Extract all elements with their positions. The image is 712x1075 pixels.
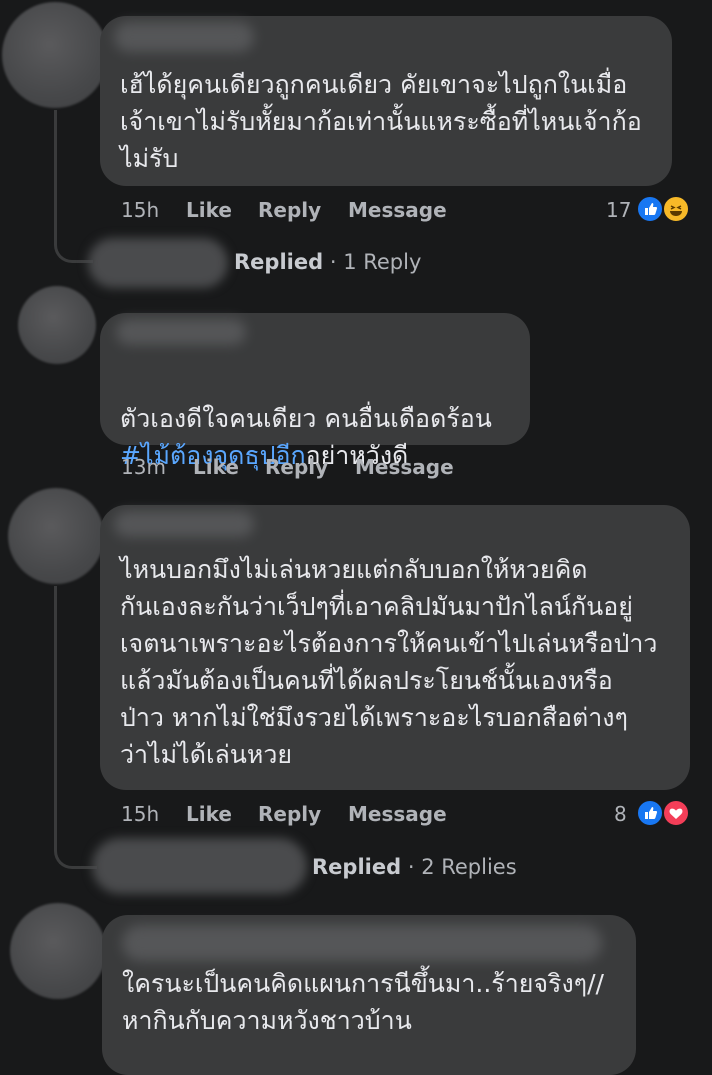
- avatar[interactable]: [8, 488, 104, 584]
- like-icon: [636, 195, 664, 223]
- avatar[interactable]: [10, 903, 106, 999]
- replied-label: Replied: [312, 855, 402, 879]
- reply-button[interactable]: Reply: [258, 198, 321, 222]
- reply-avatar: [92, 838, 307, 894]
- avatar[interactable]: [2, 2, 108, 108]
- comment-text: ใครนะเป็นคนคิดแผนการนีขึ้นมา..ร้ายจริงๆ/…: [122, 969, 604, 1035]
- like-button[interactable]: Like: [193, 455, 239, 479]
- comment-bubble: ใครนะเป็นคนคิดแผนการนีขึ้นมา..ร้ายจริงๆ/…: [102, 915, 636, 1075]
- comment-text-main: ตัวเองดีใจคนเดียว คนอื่นเดือดร้อน: [120, 404, 492, 433]
- commenter-name[interactable]: [114, 22, 254, 52]
- reply-button[interactable]: Reply: [265, 455, 328, 479]
- separator: ·: [329, 250, 337, 274]
- message-button[interactable]: Message: [355, 455, 454, 479]
- message-button[interactable]: Message: [348, 198, 447, 222]
- comment-text: เฮ้ได้ยุคนเดียวถูกคนเดียว คัยเขาจะไปถูกใ…: [120, 70, 642, 173]
- thread-connector: [54, 110, 93, 263]
- commenter-name[interactable]: [114, 511, 254, 537]
- avatar[interactable]: [18, 286, 96, 364]
- comment-bubble: เฮ้ได้ยุคนเดียวถูกคนเดียว คัยเขาจะไปถูกใ…: [100, 16, 672, 186]
- thread-connector: [54, 586, 97, 869]
- comment-bubble: ตัวเองดีใจคนเดียว คนอื่นเดือดร้อน #ไม้ต้อ…: [100, 313, 530, 470]
- reply-avatar: [88, 238, 228, 288]
- comment-actions: 15h Like Reply Message: [0, 802, 712, 832]
- like-icon: [636, 799, 664, 827]
- like-button[interactable]: Like: [186, 802, 232, 826]
- love-icon: [662, 799, 690, 827]
- reply-button[interactable]: Reply: [258, 802, 321, 826]
- reaction-count: 8: [614, 802, 627, 826]
- comment-text: ไหนบอกมึงไม่เล่นหวยแต่กลับบอกให้หวยคิด ก…: [120, 555, 658, 769]
- reply-count: 2 Replies: [421, 855, 517, 879]
- comment-timestamp[interactable]: 15h: [121, 802, 159, 826]
- view-replies-link[interactable]: Replied · 1 Reply: [234, 250, 421, 274]
- comment-actions: 13m Like Reply Message: [0, 455, 712, 485]
- commenter-name[interactable]: [122, 925, 602, 961]
- comment-bubble: ไหนบอกมึงไม่เล่นหวยแต่กลับบอกให้หวยคิด ก…: [100, 505, 690, 790]
- comment-timestamp[interactable]: 13m: [121, 455, 166, 479]
- commenter-name[interactable]: [116, 319, 246, 345]
- like-button[interactable]: Like: [186, 198, 232, 222]
- reply-count: 1 Reply: [343, 250, 422, 274]
- separator: ·: [407, 855, 415, 879]
- comment-timestamp[interactable]: 15h: [121, 198, 159, 222]
- haha-icon: [662, 195, 690, 223]
- view-replies-link[interactable]: Replied · 2 Replies: [312, 855, 517, 879]
- reaction-count: 17: [606, 198, 632, 222]
- reaction-summary[interactable]: 17: [600, 194, 700, 224]
- reaction-summary[interactable]: 8: [608, 798, 698, 828]
- message-button[interactable]: Message: [348, 802, 447, 826]
- replied-label: Replied: [234, 250, 324, 274]
